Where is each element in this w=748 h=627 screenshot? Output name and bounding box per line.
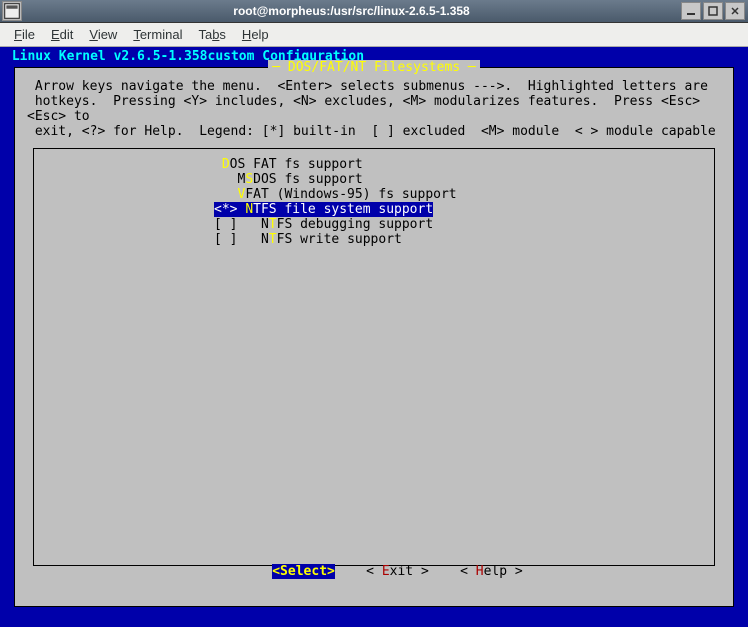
dialog-help-text: Arrow keys navigate the menu. <Enter> se… [15, 75, 733, 145]
window-controls [681, 2, 745, 20]
menu-file[interactable]: File [6, 25, 43, 44]
option-row-5[interactable]: [ ] NTFS write support [34, 232, 714, 247]
minimize-button[interactable] [681, 2, 701, 20]
window-title: root@morpheus:/usr/src/linux-2.6.5-1.358 [22, 4, 681, 18]
menuconfig-dialog: ─ DOS/FAT/NT Filesystems ─ Arrow keys na… [14, 67, 734, 607]
option-row-0[interactable]: DOS FAT fs support [34, 157, 714, 172]
menubar: File Edit View Terminal Tabs Help [0, 23, 748, 47]
menu-tabs[interactable]: Tabs [190, 25, 233, 44]
exit-button[interactable]: < Exit > [366, 564, 429, 579]
window-titlebar: root@morpheus:/usr/src/linux-2.6.5-1.358 [0, 0, 748, 23]
dialog-title: ─ DOS/FAT/NT Filesystems ─ [268, 60, 480, 75]
option-row-3[interactable]: <*> NTFS file system support [34, 202, 714, 217]
help-button[interactable]: < Help > [460, 564, 523, 579]
option-row-4[interactable]: [ ] NTFS debugging support [34, 217, 714, 232]
option-row-1[interactable]: MSDOS fs support [34, 172, 714, 187]
menu-terminal[interactable]: Terminal [125, 25, 190, 44]
options-list[interactable]: DOS FAT fs support MSDOS fs support VFAT… [33, 148, 715, 566]
menu-help[interactable]: Help [234, 25, 277, 44]
select-button[interactable]: <Select> [272, 564, 335, 579]
close-button[interactable] [725, 2, 745, 20]
terminal-area: Linux Kernel v2.6.5-1.358custom Configur… [0, 47, 748, 627]
app-icon [2, 1, 22, 21]
menu-view[interactable]: View [81, 25, 125, 44]
menu-edit[interactable]: Edit [43, 25, 81, 44]
dialog-button-row: <Select> < Exit > < Help > [15, 549, 733, 594]
option-row-2[interactable]: VFAT (Windows-95) fs support [34, 187, 714, 202]
maximize-button[interactable] [703, 2, 723, 20]
